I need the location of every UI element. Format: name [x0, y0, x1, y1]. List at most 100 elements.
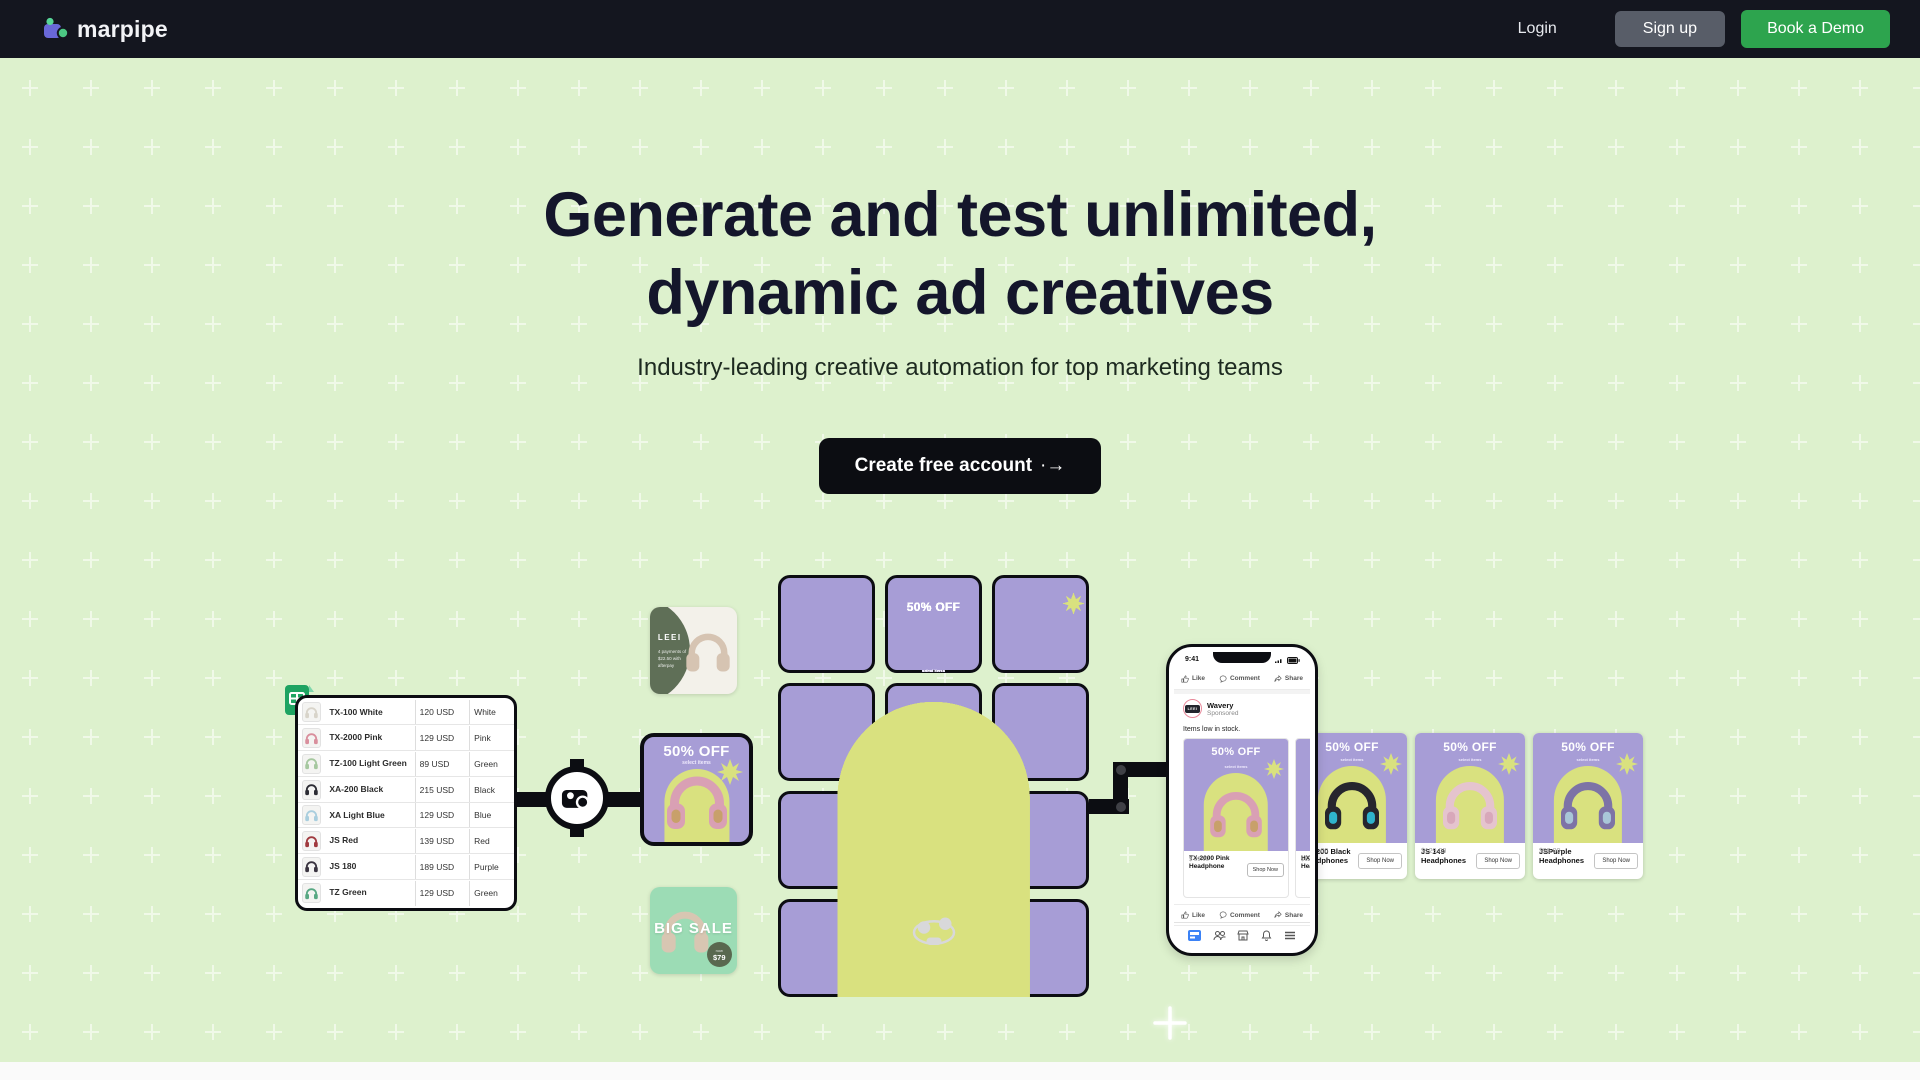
- product-data-table: TX-100 White 120 USD White TX-2000 Pink …: [295, 695, 517, 911]
- featured-ad-card: 50% OFF select items: [640, 733, 753, 846]
- ad-footer: TX-2000 Pink Headphone $ 99.00 Shop Now: [1184, 851, 1288, 893]
- advertiser-info: Wavery Sponsored: [1207, 701, 1238, 717]
- comment-icon: [1219, 911, 1227, 919]
- headphones-icon: [305, 835, 318, 847]
- share-label: Share: [1284, 911, 1303, 919]
- comment-action: Comment: [1219, 674, 1260, 683]
- signal-icon: [1275, 659, 1282, 663]
- avatar-brand: LEEI: [1185, 704, 1200, 713]
- sparkle-icon: [1153, 1006, 1187, 1040]
- product-name-cell: TZ Green: [329, 888, 367, 898]
- ad-headline: 50% OFF: [1296, 746, 1310, 758]
- friends-icon: [1213, 931, 1226, 941]
- product-price: $129.00: [1421, 848, 1447, 855]
- ad-image: 50% OFF select items: [1415, 733, 1525, 843]
- share-action: Share: [1274, 674, 1303, 683]
- headphones-icon: [305, 861, 318, 873]
- product-price-cell: 189 USD: [414, 854, 470, 879]
- product-thumbnail: [298, 753, 325, 774]
- starburst-icon: [1264, 759, 1284, 779]
- ad-image: 50% OFF select items: [1296, 739, 1310, 851]
- headphones-icon: [305, 707, 318, 718]
- ad-variant-card: 50% OFF select items: [837, 575, 1084, 997]
- comment-icon: [1219, 674, 1227, 683]
- shop-now-button: Shop Now: [1358, 853, 1402, 869]
- next-section-edge: [0, 1062, 1920, 1080]
- headphones-icon: [1443, 782, 1497, 830]
- table-row: JS Red 139 USD Red: [298, 829, 514, 855]
- product-name-cell: TX-2000 Pink: [329, 733, 383, 743]
- product-color-cell: Red: [469, 829, 514, 854]
- headphones-icon: [1210, 791, 1262, 838]
- leei-text: $22.50 with: [657, 655, 681, 661]
- product-price-cell: 129 USD: [414, 803, 470, 828]
- product-name-cell: JS Red: [329, 836, 359, 846]
- headphones-icon: [1325, 782, 1379, 830]
- divider: [1174, 690, 1310, 694]
- product-price-cell: 139 USD: [414, 829, 470, 854]
- like-label: Like: [1191, 675, 1205, 682]
- table-row: XA-200 Black 215 USD Black: [298, 777, 514, 803]
- badge-price: $79: [713, 952, 726, 962]
- headphones-icon: [305, 784, 318, 796]
- headphones-icon: [305, 810, 318, 821]
- advertiser-name: Wavery: [1207, 700, 1234, 710]
- like-action: Like: [1181, 911, 1205, 919]
- headphones-icon: [305, 887, 318, 899]
- product-thumbnail: [298, 883, 325, 904]
- ad-image: 50% OFF select items: [1184, 739, 1288, 851]
- connector-tick: [570, 829, 584, 837]
- camera-badge: [545, 766, 609, 830]
- menu-icon: [1285, 931, 1296, 940]
- share-label: Share: [1284, 675, 1303, 682]
- ad-carousel: 50% OFF select items TX-2000 Pink Headph…: [1183, 738, 1310, 898]
- login-link[interactable]: Login: [1518, 20, 1557, 38]
- product-thumbnail: [298, 831, 325, 852]
- product-price: $ 99.00: [1189, 857, 1210, 863]
- shop-now-button: Shop Now: [1594, 853, 1638, 869]
- product-price: $99.00: [1539, 848, 1561, 855]
- brand[interactable]: marpipe: [42, 16, 168, 43]
- camera-icon: [561, 789, 590, 809]
- ad-variants-grid: 50% OFF select items 50% OFF select item…: [778, 575, 1089, 997]
- like-label: Like: [1191, 911, 1205, 919]
- product-color-cell: Pink: [469, 726, 514, 751]
- starburst-icon: [1616, 753, 1638, 775]
- price-badge: now $79: [706, 942, 732, 968]
- product-color-cell: Purple: [469, 854, 514, 879]
- product-name-cell: TX-100 White: [329, 707, 383, 717]
- product-price: $129.00: [1301, 857, 1310, 863]
- headphones-icon: [1561, 782, 1615, 830]
- shop-now-button: Shop Now: [1246, 863, 1284, 877]
- carousel-card: 50% OFF select items: [1295, 738, 1310, 898]
- navbar: marpipe Login Sign up Book a Demo: [0, 0, 1920, 58]
- feed-icon: [1187, 930, 1201, 941]
- ad-footer: JS 149 Headphones $129.00 Shop Now: [1415, 843, 1525, 879]
- product-thumbnail: [298, 805, 325, 826]
- connector-line: [1120, 762, 1172, 777]
- product-name-cell: XA-200 Black: [329, 784, 384, 794]
- leei-brand: LEEI: [657, 633, 682, 643]
- table-row: TX-2000 Pink 129 USD Pink: [298, 726, 514, 752]
- battery-icon: [1287, 657, 1300, 664]
- ad-headline: 50% OFF: [1561, 739, 1615, 754]
- share-action: Share: [1274, 911, 1303, 919]
- book-demo-button[interactable]: Book a Demo: [1741, 10, 1890, 48]
- connector-node: [1116, 802, 1126, 812]
- share-icon: [1274, 674, 1282, 682]
- signup-button[interactable]: Sign up: [1614, 11, 1726, 47]
- product-price-cell: 120 USD: [414, 700, 470, 725]
- table-row: TZ-100 Light Green 89 USD Green: [298, 751, 514, 777]
- phone-bottom-nav: [1174, 922, 1310, 948]
- brand-name: marpipe: [77, 15, 168, 42]
- product-color-cell: Black: [469, 777, 514, 802]
- starburst-icon: [1498, 753, 1520, 775]
- connector-tick: [570, 759, 584, 767]
- table-row: XA Light Blue 129 USD Blue: [298, 803, 514, 829]
- ad-footer: HX-200 Black Headphones $129.00 Shop Now: [1296, 851, 1310, 893]
- product-thumbnail: [298, 728, 325, 749]
- product-thumbnail: [298, 779, 325, 800]
- connector-node: [1116, 765, 1126, 775]
- post-header: LEEI Wavery Sponsored: [1183, 699, 1238, 718]
- badge-top-text: now: [715, 947, 723, 953]
